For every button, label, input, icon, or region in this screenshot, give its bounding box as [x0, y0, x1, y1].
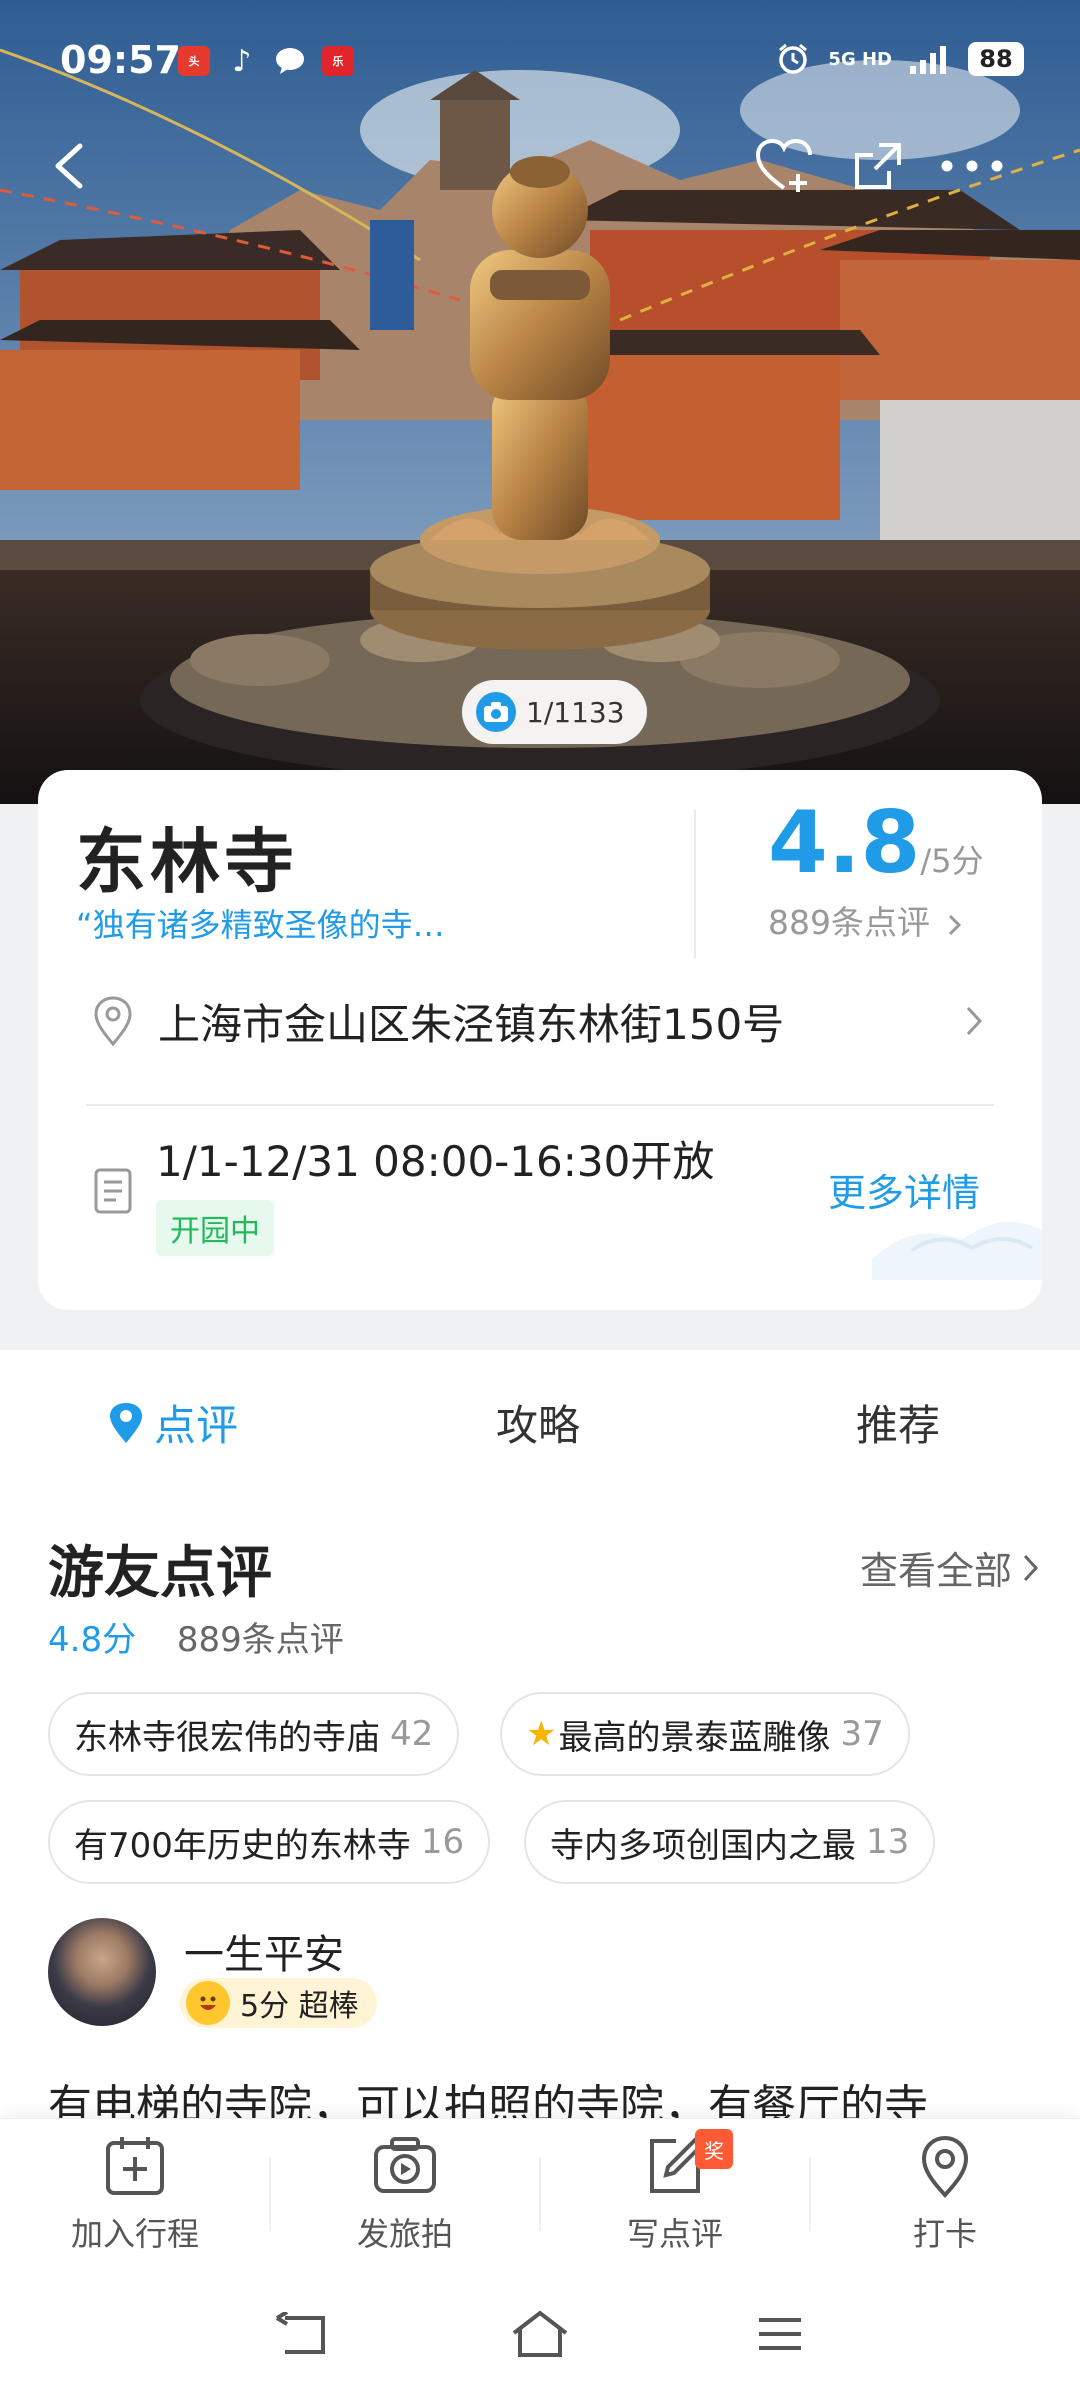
smile-emoji-icon — [186, 1981, 230, 2025]
write-review-button[interactable]: 奖 写点评 — [575, 2129, 775, 2255]
card-divider — [86, 1104, 994, 1106]
video-camera-icon — [374, 2137, 436, 2193]
heart-add-icon — [755, 138, 812, 192]
status-time: 09:57 — [60, 38, 181, 82]
battery-indicator: 88 — [968, 42, 1024, 76]
action-divider — [269, 2157, 271, 2231]
app-screen: 09:57 头 ♪ 乐 5G HD 88 1/1133 东林寺 “独有诸多精致圣… — [0, 0, 1080, 2400]
open-status-badge: 开园中 — [156, 1200, 274, 1256]
tab-guides[interactable]: 攻略 — [496, 1392, 580, 1453]
content-tabs: 点评 攻略 推荐 — [0, 1350, 1080, 1480]
post-travel-photo-button[interactable]: 发旅拍 — [305, 2133, 505, 2255]
back-button[interactable] — [32, 128, 108, 204]
share-icon — [855, 143, 901, 189]
review-summary-count: 889条点评 — [176, 1620, 344, 1660]
chevron-right-icon — [966, 1006, 983, 1036]
menu-icon — [759, 2318, 801, 2350]
status-bar: 09:57 头 ♪ 乐 5G HD 88 — [0, 0, 1080, 120]
message-icon — [274, 46, 306, 76]
location-pin-icon — [94, 996, 132, 1047]
back-icon — [275, 2312, 325, 2354]
back-arrow-icon — [55, 143, 83, 189]
network-label: 5G HD — [828, 48, 892, 70]
star-icon: ★ — [526, 1714, 557, 1754]
add-to-itinerary-button[interactable]: 加入行程 — [35, 2133, 235, 2255]
calendar-add-icon — [106, 2137, 164, 2195]
review-tag-chip[interactable]: 有700年历史的东林寺 16 — [48, 1800, 491, 1884]
location-pin-icon — [110, 1402, 142, 1443]
view-all-link[interactable]: 查看全部 — [860, 1540, 1040, 1595]
camera-icon — [476, 692, 516, 732]
status-app-icons: 头 ♪ 乐 — [178, 43, 354, 79]
review-tag-chip[interactable]: 东林寺很宏伟的寺庙 42 — [48, 1692, 460, 1776]
more-dots-icon — [941, 160, 1003, 172]
poi-info-card: 东林寺 “独有诸多精致圣像的寺… 4.8/5分 889条点评 上海市金山区朱泾镇… — [38, 770, 1042, 1310]
document-icon — [94, 1168, 132, 1214]
tiktok-icon: ♪ — [232, 43, 252, 79]
alarm-icon — [779, 43, 808, 74]
action-divider — [809, 2157, 811, 2231]
reward-badge: 奖 — [695, 2129, 733, 2169]
home-icon — [512, 2310, 568, 2357]
opening-hours: 1/1-12/31 08:00-16:30开放 — [156, 1137, 715, 1186]
system-menu-button[interactable] — [740, 2294, 820, 2374]
review-summary: 4.8分 889条点评 — [48, 1612, 344, 1661]
hero-photo[interactable]: 09:57 头 ♪ 乐 5G HD 88 1/1133 — [0, 0, 1080, 804]
reviewer-name[interactable]: 一生平安 — [184, 1922, 344, 1980]
more-button[interactable] — [934, 128, 1010, 204]
signal-icon — [910, 46, 946, 74]
poi-score: 4.8 — [768, 793, 921, 893]
score-divider — [694, 810, 696, 958]
reviewer-rating-badge: 5分 超棒 — [180, 1978, 377, 2028]
tab-recommend[interactable]: 推荐 — [856, 1392, 940, 1453]
avatar[interactable] — [48, 1918, 156, 2026]
poi-name: 东林寺 — [76, 821, 298, 903]
status-right: 5G HD 88 — [776, 42, 1024, 76]
action-label: 打卡 — [912, 2215, 977, 2253]
photo-counter-text: 1/1133 — [526, 695, 625, 729]
toutiao-icon: 头 — [178, 46, 210, 76]
hours-row[interactable]: 1/1-12/31 08:00-16:30开放 开园中 更多详情 — [38, 1120, 1042, 1280]
action-divider — [539, 2157, 541, 2231]
review-snippet[interactable]: 有电梯的寺院，可以拍照的寺院，有餐厅的寺 — [48, 2070, 928, 2124]
review-summary-score: 4.8分 — [48, 1620, 137, 1660]
bottom-action-bar: 加入行程 发旅拍 奖 写点评 打卡 — [0, 2118, 1080, 2272]
location-pin-icon — [921, 2135, 969, 2198]
action-label: 发旅拍 — [356, 2215, 453, 2253]
address-row[interactable]: 上海市金山区朱泾镇东林街150号 — [38, 956, 1042, 1086]
poi-tagline[interactable]: “独有诸多精致圣像的寺… — [76, 900, 445, 946]
photo-counter[interactable]: 1/1133 — [462, 680, 647, 744]
reviews-section-title: 游友点评 — [48, 1541, 272, 1606]
favorite-button[interactable] — [746, 128, 822, 204]
poi-review-count: 889条点评 — [768, 896, 1018, 944]
review-tag-chip[interactable]: ★ 最高的景泰蓝雕像 37 — [500, 1692, 910, 1776]
action-label: 写点评 — [626, 2215, 723, 2253]
check-in-button[interactable]: 打卡 — [845, 2133, 1045, 2255]
score-block[interactable]: 4.8/5分 889条点评 — [768, 800, 1018, 944]
tab-reviews[interactable]: 点评 — [108, 1392, 238, 1453]
decorative-cloud-pattern — [872, 1222, 1042, 1280]
action-label: 加入行程 — [70, 2215, 199, 2253]
share-button[interactable] — [840, 128, 916, 204]
app-icon: 乐 — [322, 46, 354, 76]
chevron-right-icon — [948, 914, 961, 935]
system-navigation-bar — [0, 2272, 1080, 2400]
address-text: 上海市金山区朱泾镇东林街150号 — [158, 999, 785, 1049]
chevron-right-icon — [1023, 1554, 1039, 1581]
poi-score-max: /5分 — [920, 842, 984, 880]
system-home-button[interactable] — [500, 2294, 580, 2374]
review-tag-chip[interactable]: 寺内多项创国内之最 13 — [524, 1800, 936, 1884]
system-back-button[interactable] — [260, 2294, 340, 2374]
review-item[interactable]: 一生平安 5分 超棒 — [48, 1918, 377, 2028]
